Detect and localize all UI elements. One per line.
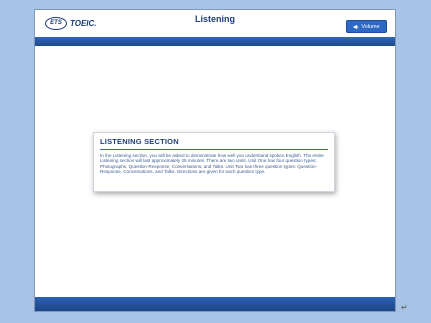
header: ETS TOEIC. Listening Volume: [35, 10, 395, 37]
volume-button[interactable]: Volume: [346, 20, 387, 33]
header-band: [35, 37, 395, 46]
dialog-body: In the Listening section, you will be as…: [100, 153, 324, 175]
return-icon: ↵: [401, 303, 408, 312]
speaker-icon: [353, 24, 359, 29]
dialog-divider: [100, 149, 328, 150]
main-content: LISTENING SECTION In the Listening secti…: [35, 46, 395, 297]
section-dialog: LISTENING SECTION In the Listening secti…: [93, 132, 335, 192]
page-title: Listening: [195, 14, 235, 24]
volume-label: Volume: [361, 23, 380, 30]
app-window: ETS TOEIC. Listening Volume LISTENING SE…: [34, 9, 396, 312]
dialog-title: LISTENING SECTION: [100, 137, 179, 146]
footer-band: [35, 297, 395, 311]
